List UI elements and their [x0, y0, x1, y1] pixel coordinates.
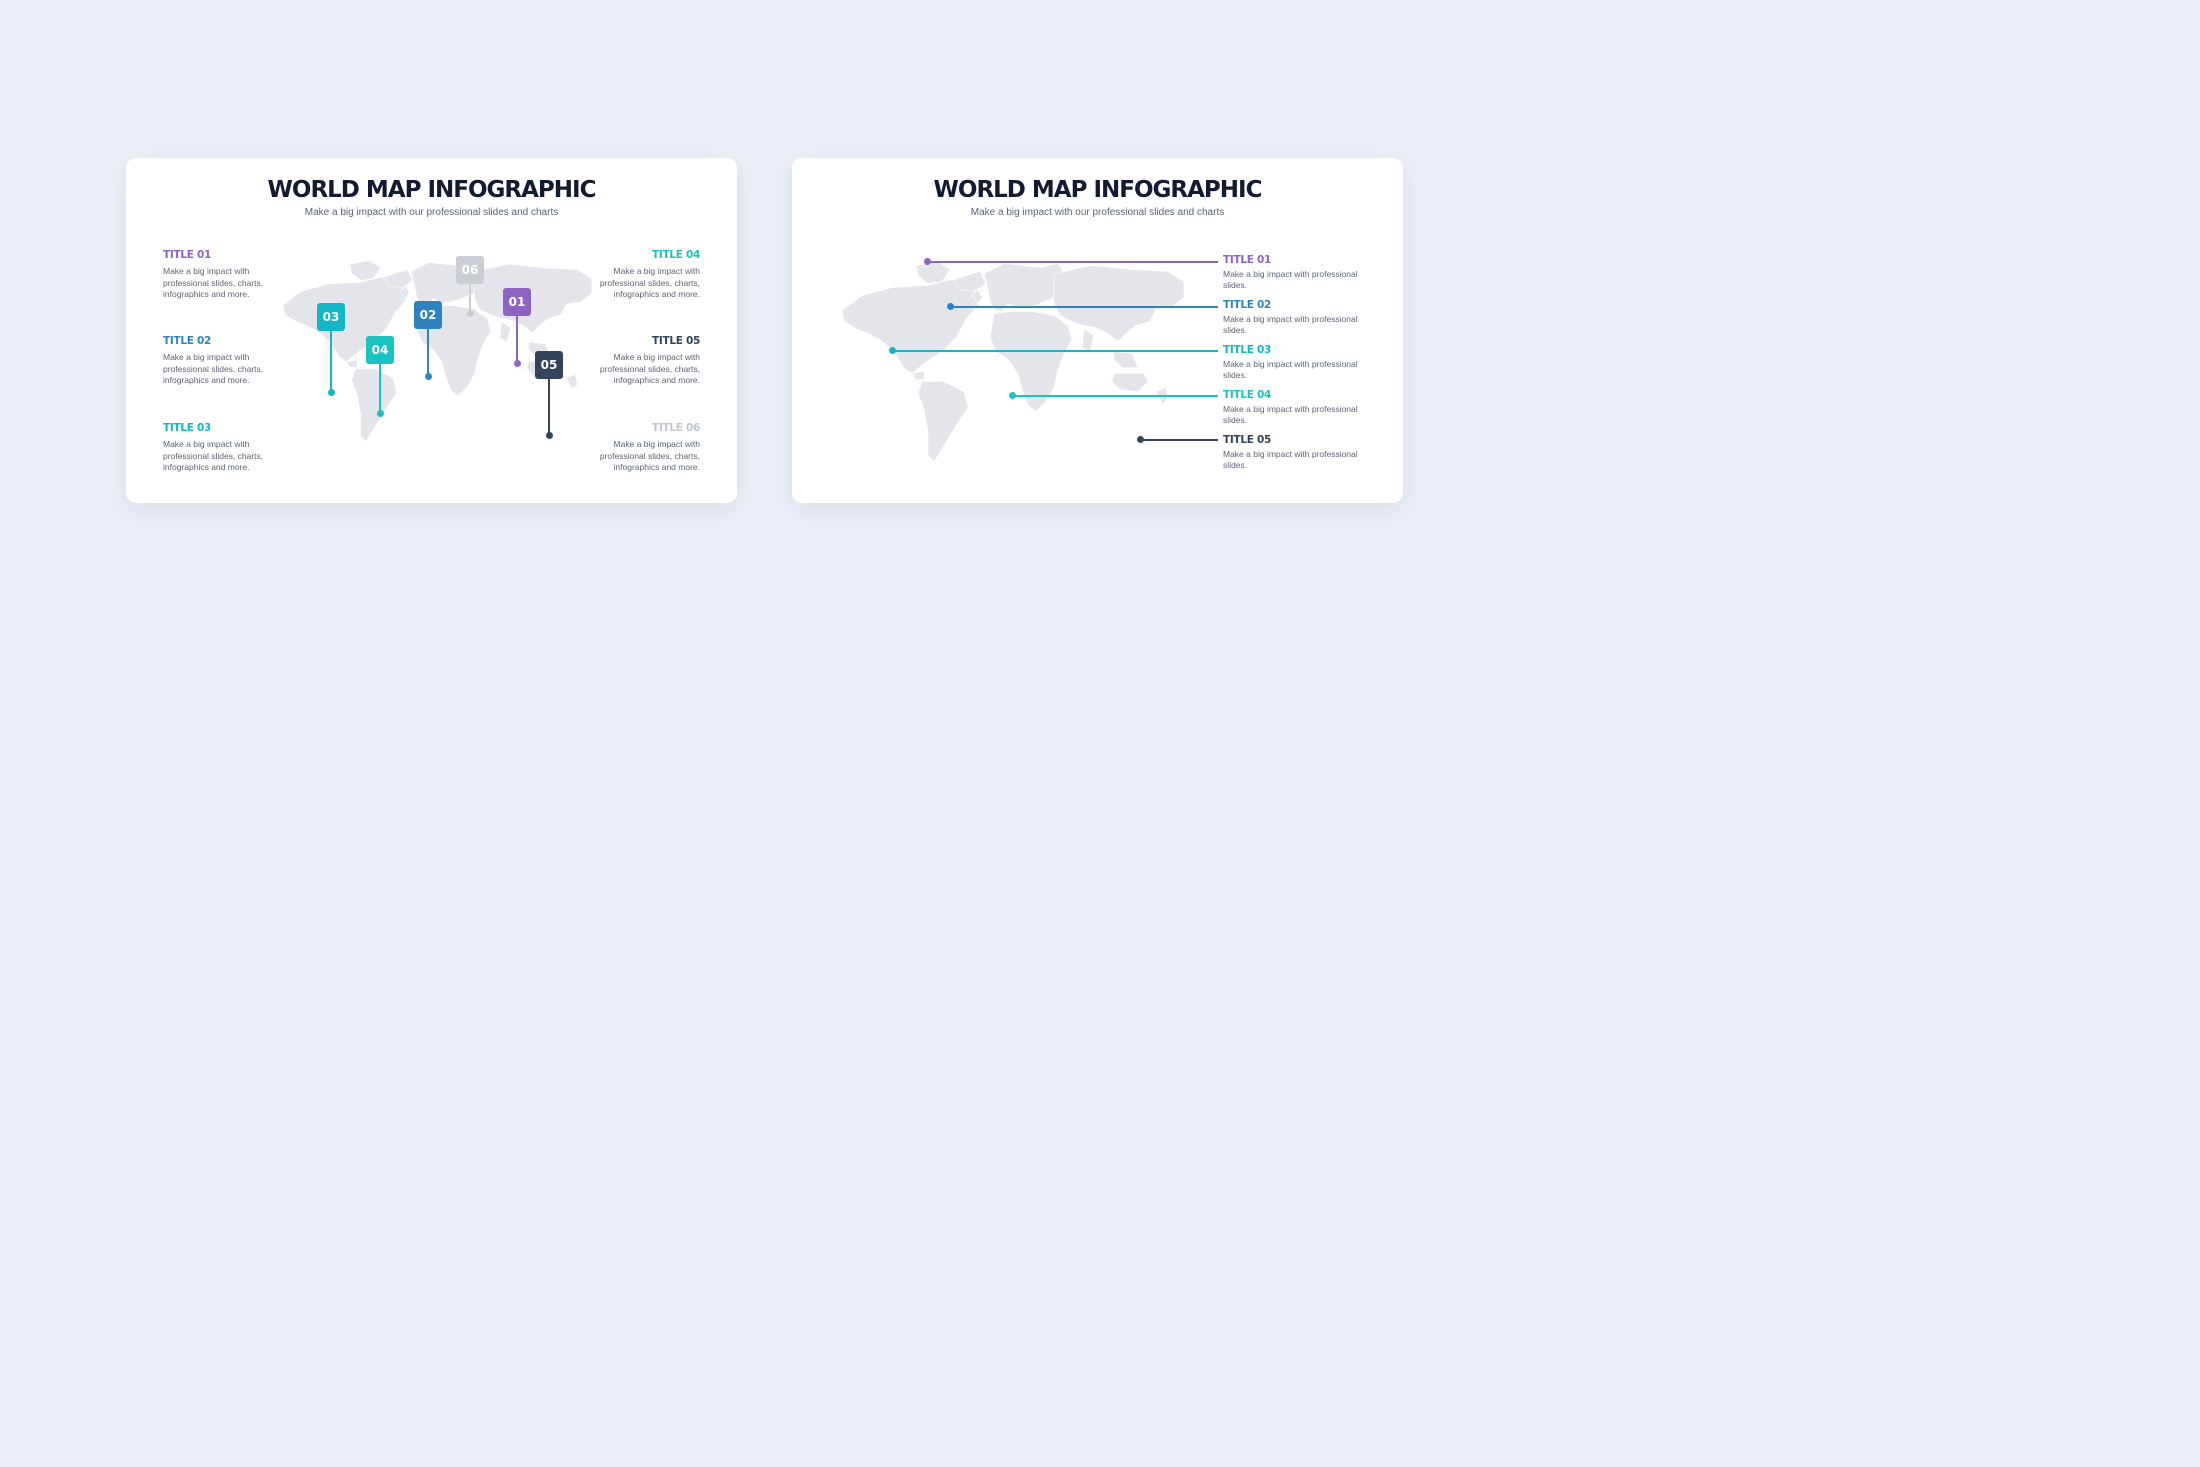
pin-label: 01 — [503, 288, 531, 316]
right-item-4: TITLE 04 Make a big impact with professi… — [576, 249, 700, 301]
right-item-text: Make a big impact with professional slid… — [599, 352, 700, 385]
left-item-text: Make a big impact with professional slid… — [163, 266, 264, 299]
pin-dot — [327, 389, 335, 396]
right-item-title: TITLE 05 — [652, 335, 700, 347]
right-item-text: Make a big impact with professional slid… — [599, 439, 700, 472]
pin-stem — [548, 379, 550, 434]
slide-2[interactable]: WORLD MAP INFOGRAPHIC Make a big impact … — [792, 158, 1403, 503]
slide-title: WORLD MAP INFOGRAPHIC — [267, 177, 597, 203]
slide-1[interactable]: WORLD MAP INFOGRAPHIC Make a big impact … — [126, 158, 737, 503]
left-item-title: TITLE 01 — [163, 249, 211, 261]
left-item-title: TITLE 02 — [163, 335, 211, 347]
pin-dot — [424, 373, 432, 380]
list-item-5: TITLE 05 Make a big impact with professi… — [1223, 434, 1373, 471]
leader-line-4 — [1012, 395, 1218, 397]
right-item-title: TITLE 06 — [652, 422, 700, 434]
pin-label: 06 — [456, 256, 484, 284]
list-item-title: TITLE 03 — [1223, 344, 1271, 356]
pin-label: 02 — [414, 301, 442, 329]
list-item-title: TITLE 02 — [1223, 299, 1271, 311]
left-item-text: Make a big impact with professional slid… — [163, 439, 264, 472]
list-item-text: Make a big impact with professional slid… — [1223, 314, 1358, 335]
list-item-title: TITLE 01 — [1223, 254, 1271, 266]
right-item-title: TITLE 04 — [652, 249, 700, 261]
pin-label: 05 — [535, 351, 563, 379]
left-item-title: TITLE 03 — [163, 422, 211, 434]
leader-line-3 — [892, 350, 1218, 352]
leader-line-2 — [950, 306, 1218, 308]
slide-subtitle: Make a big impact with our professional … — [970, 207, 1225, 218]
list-item-text: Make a big impact with professional slid… — [1223, 404, 1358, 425]
list-item-4: TITLE 04 Make a big impact with professi… — [1223, 389, 1373, 426]
pin-dot — [466, 310, 474, 317]
pin-dot — [376, 410, 384, 417]
pin-stem — [469, 284, 471, 312]
pin-stem — [379, 364, 381, 412]
pin-stem — [427, 329, 429, 375]
list-item-title: TITLE 05 — [1223, 434, 1271, 446]
leader-line-1 — [927, 261, 1218, 263]
list-item-text: Make a big impact with professional slid… — [1223, 449, 1358, 470]
list-item-2: TITLE 02 Make a big impact with professi… — [1223, 299, 1373, 336]
list-item-3: TITLE 03 Make a big impact with professi… — [1223, 344, 1373, 381]
left-item-2: TITLE 02 Make a big impact with professi… — [163, 335, 283, 387]
list-item-title: TITLE 04 — [1223, 389, 1271, 401]
location-dot-4 — [1009, 392, 1016, 399]
world-map — [282, 260, 593, 442]
left-item-3: TITLE 03 Make a big impact with professi… — [163, 422, 283, 474]
pin-label: 03 — [317, 303, 345, 331]
pin-stem — [516, 316, 518, 362]
list-item-text: Make a big impact with professional slid… — [1223, 359, 1358, 380]
list-item-1: TITLE 01 Make a big impact with professi… — [1223, 254, 1373, 291]
pin-dot — [545, 432, 553, 439]
pin-label: 04 — [366, 336, 394, 364]
pin-dot — [513, 360, 521, 367]
slide-subtitle: Make a big impact with our professional … — [304, 207, 559, 218]
pin-stem — [330, 331, 332, 391]
leader-line-5 — [1140, 439, 1218, 441]
location-dot-2 — [947, 303, 954, 310]
left-item-text: Make a big impact with professional slid… — [163, 352, 264, 385]
left-item-1: TITLE 01 Make a big impact with professi… — [163, 249, 283, 301]
list-item-text: Make a big impact with professional slid… — [1223, 269, 1358, 290]
location-dot-5 — [1137, 436, 1144, 443]
location-dot-1 — [924, 258, 931, 265]
right-item-text: Make a big impact with professional slid… — [599, 266, 700, 299]
right-item-5: TITLE 05 Make a big impact with professi… — [576, 335, 700, 387]
slide-title: WORLD MAP INFOGRAPHIC — [933, 177, 1263, 203]
right-item-6: TITLE 06 Make a big impact with professi… — [576, 422, 700, 474]
location-dot-3 — [889, 347, 896, 354]
